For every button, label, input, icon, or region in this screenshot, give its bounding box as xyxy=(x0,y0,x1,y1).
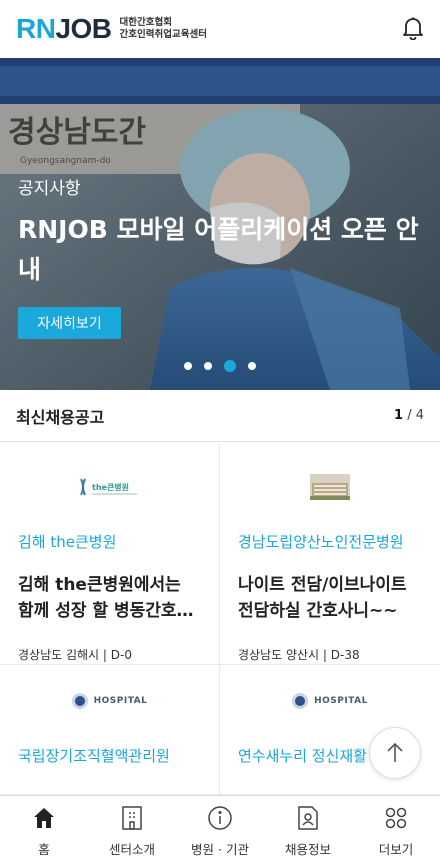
card-title: 나이트 전담/이브나이트 전담하실 간호사니~~ xyxy=(238,575,407,621)
logo-wordmark: RNJOB xyxy=(16,15,112,43)
bell-icon[interactable] xyxy=(402,16,424,41)
card-organization: 국립장기조직혈액관리원 xyxy=(18,747,170,765)
banner-category: 공지사항 xyxy=(18,179,81,199)
nav-item-hospitals[interactable]: 병원 · 기관 xyxy=(176,796,264,860)
rnjob-logo[interactable]: RNJOB 대한간호협회 간호인력취업교육센터 xyxy=(16,15,207,43)
carousel-dots xyxy=(184,360,256,372)
logo-line-2: 간호인력취업교육센터 xyxy=(119,29,207,40)
page-indicator: 1 / 4 xyxy=(394,408,424,423)
nav-label: 홈 xyxy=(38,842,50,857)
logo-job: JOB xyxy=(55,13,112,44)
logo-subtitle: 대한간호협회 간호인력취업교육센터 xyxy=(120,17,207,41)
card-meta: 경상남도 김해시 | D-0 xyxy=(18,648,132,662)
nav-item-home[interactable]: 홈 xyxy=(0,796,88,860)
nav-label: 더보기 xyxy=(378,842,414,857)
hospital-logo: HOSPITAL xyxy=(18,671,201,731)
card-title: 김해 the큰병원에서는 함께 성장 할 병동간호… xyxy=(18,575,194,621)
banner-title: RNJOB 모바일 어플리케이션 오픈 안내 xyxy=(18,215,419,284)
carousel-dot-3[interactable] xyxy=(224,360,236,372)
more-grid-icon xyxy=(383,805,409,831)
nav-item-center[interactable]: 센터소개 xyxy=(88,796,176,860)
logo-text: HOSPITAL xyxy=(314,696,368,706)
nav-item-more[interactable]: 더보기 xyxy=(352,796,440,860)
hospital-logo: HOSPITAL xyxy=(238,671,422,731)
info-icon xyxy=(207,805,233,831)
details-button[interactable]: 자세히보기 xyxy=(18,307,121,339)
home-icon xyxy=(31,805,57,831)
arrow-up-icon xyxy=(387,742,403,762)
job-card[interactable]: the큰병원 김해 the큰병원 김해 the큰병원에서는 함께 성장 할 병동… xyxy=(0,443,220,665)
page-current: 1 xyxy=(394,408,404,423)
bottom-navigation: 홈 센터소개 병원 · 기관 채용정보 더보기 xyxy=(0,795,440,860)
page-total: / 4 xyxy=(407,408,424,423)
section-title: 최신채용공고 xyxy=(16,407,105,427)
nav-label: 센터소개 xyxy=(108,842,155,857)
logo-text: HOSPITAL xyxy=(93,696,148,706)
logo-text: the큰병원 xyxy=(92,482,129,492)
scroll-top-button[interactable] xyxy=(369,727,421,779)
hospital-logo: the큰병원 xyxy=(18,443,201,531)
job-card[interactable]: 경남도립양산노인전문병원 나이트 전담/이브나이트 전담하실 간호사니~~ 경상… xyxy=(220,443,440,665)
nav-label: 병원 · 기관 xyxy=(191,842,249,857)
notice-banner[interactable]: 경상남도간 Gyeongsangnam-do 공지사항 RNJOB 모바일 어플… xyxy=(0,58,440,390)
job-card[interactable]: HOSPITAL 국립장기조직혈액관리원 xyxy=(0,665,220,795)
app-header: RNJOB 대한간호협회 간호인력취업교육센터 xyxy=(0,0,440,58)
nav-item-jobs[interactable]: 채용정보 xyxy=(264,796,352,860)
job-postings-header: 최신채용공고 1 / 4 xyxy=(0,390,440,442)
logo-line-1: 대한간호협회 xyxy=(119,17,172,28)
hospital-emblem-icon xyxy=(71,693,88,709)
building-icon xyxy=(119,805,145,831)
carousel-dot-2[interactable] xyxy=(204,362,212,370)
hospital-emblem-icon xyxy=(292,693,309,709)
card-organization: 김해 the큰병원 xyxy=(18,533,117,551)
document-person-icon xyxy=(295,805,321,831)
nav-label: 채용정보 xyxy=(284,842,331,857)
card-meta: 경상남도 양산시 | D-38 xyxy=(238,648,360,662)
logo-rn: RN xyxy=(16,13,56,44)
hospital-photo xyxy=(238,443,422,531)
carousel-dot-4[interactable] xyxy=(248,362,256,370)
card-organization: 경남도립양산노인전문병원 xyxy=(238,533,404,551)
carousel-dot-1[interactable] xyxy=(184,362,192,370)
